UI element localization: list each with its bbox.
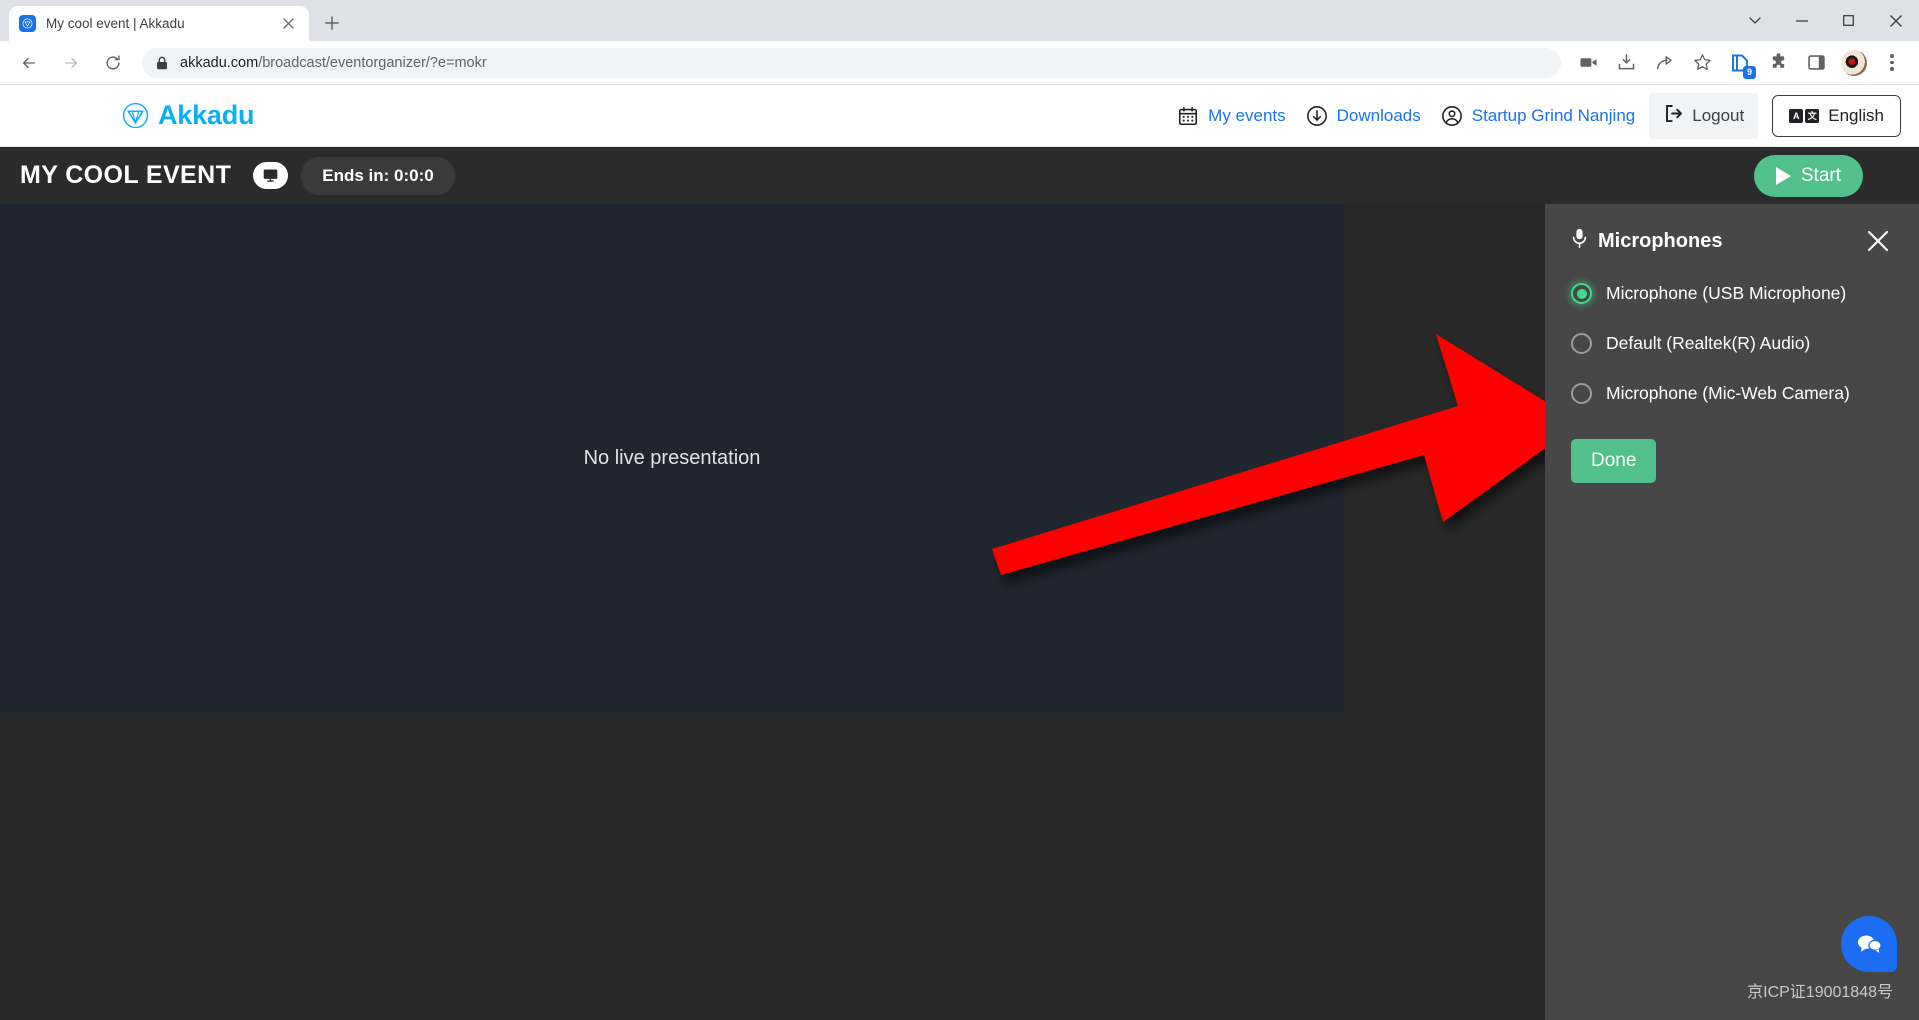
nav-item-downloads[interactable]: Downloads xyxy=(1306,105,1421,127)
maximize-window-icon[interactable] xyxy=(1825,0,1872,41)
radio-icon[interactable] xyxy=(1571,283,1592,304)
address-bar[interactable]: akkadu.com/broadcast/eventorganizer/?e=m… xyxy=(142,47,1561,78)
play-icon xyxy=(1775,166,1791,185)
microphone-option-label: Default (Realtek(R) Audio) xyxy=(1606,333,1811,353)
toolbar-icon-group: 9 xyxy=(1569,48,1911,79)
language-selector[interactable]: A文 English xyxy=(1772,94,1901,137)
bookmark-star-icon[interactable] xyxy=(1687,48,1717,78)
download-icon[interactable] xyxy=(1611,48,1641,78)
akkadu-logo-text: Akkadu xyxy=(158,100,255,130)
new-tab-button[interactable] xyxy=(317,8,347,38)
tab-search-icon[interactable] xyxy=(1731,0,1778,41)
start-button-label: Start xyxy=(1800,164,1841,186)
countdown-badge: Ends in: 0:0:0 xyxy=(301,156,455,195)
reload-icon[interactable] xyxy=(97,47,129,79)
language-label: English xyxy=(1828,105,1884,125)
tab-strip: My cool event | Akkadu xyxy=(0,0,1919,41)
microphone-option-label: Microphone (Mic-Web Camera) xyxy=(1606,383,1850,403)
no-presentation-message: No live presentation xyxy=(583,447,761,469)
icp-license-text: 京ICP证19001848号 xyxy=(1747,984,1893,1001)
extensions-puzzle-icon[interactable] xyxy=(1763,48,1793,78)
lock-icon xyxy=(156,56,168,70)
nav-item-my-events[interactable]: My events xyxy=(1177,105,1286,127)
side-panel-icon[interactable] xyxy=(1801,48,1831,78)
nav-item-label: Downloads xyxy=(1336,105,1421,125)
nav-item-label: My events xyxy=(1208,105,1286,125)
nav-item-account[interactable]: Startup Grind Nanjing xyxy=(1441,105,1635,127)
extension-notes-icon[interactable]: 9 xyxy=(1725,48,1756,79)
akkadu-logo[interactable]: Akkadu xyxy=(122,100,255,131)
back-arrow-icon[interactable] xyxy=(13,47,45,79)
microphone-icon xyxy=(1571,228,1588,254)
browser-toolbar: akkadu.com/broadcast/eventorganizer/?e=m… xyxy=(0,41,1919,85)
screencast-icon[interactable] xyxy=(1573,48,1603,78)
microphones-panel: Microphones Microphone (USB Microphone) … xyxy=(1545,204,1919,1020)
page-content: Akkadu My events Downloads Startup Grind… xyxy=(0,85,1919,1020)
site-header: Akkadu My events Downloads Startup Grind… xyxy=(0,85,1919,147)
microphone-option-usb[interactable]: Microphone (USB Microphone) xyxy=(1571,283,1893,304)
tab-title: My cool event | Akkadu xyxy=(46,16,185,31)
microphone-option-webcam[interactable]: Microphone (Mic-Web Camera) xyxy=(1571,383,1893,404)
microphone-option-label: Microphone (USB Microphone) xyxy=(1606,283,1847,303)
extension-badge-count: 9 xyxy=(1743,65,1756,79)
radio-icon[interactable] xyxy=(1571,333,1592,354)
chat-bubbles-icon[interactable] xyxy=(1841,916,1897,972)
akkadu-favicon-icon xyxy=(19,15,36,32)
microphones-panel-header: Microphones xyxy=(1571,226,1893,256)
forward-arrow-icon[interactable] xyxy=(55,47,87,79)
akkadu-logo-icon xyxy=(122,102,149,129)
nav-item-label: Startup Grind Nanjing xyxy=(1471,105,1636,125)
share-icon[interactable] xyxy=(1649,48,1679,78)
user-circle-icon xyxy=(1441,105,1463,127)
microphone-option-default[interactable]: Default (Realtek(R) Audio) xyxy=(1571,333,1893,354)
start-broadcast-button[interactable]: Start xyxy=(1753,154,1863,197)
logout-button[interactable]: Logout xyxy=(1649,92,1759,139)
download-circle-icon xyxy=(1306,105,1328,127)
minimize-window-icon[interactable] xyxy=(1778,0,1825,41)
monitor-chat-icon[interactable] xyxy=(253,162,289,189)
window-controls xyxy=(1731,0,1919,41)
logout-label: Logout xyxy=(1692,105,1745,125)
event-title: MY COOL EVENT xyxy=(20,161,232,189)
close-window-icon[interactable] xyxy=(1872,0,1919,41)
broadcast-stage: No live presentation Microphones Microph… xyxy=(0,204,1919,1020)
event-bar: MY COOL EVENT Ends in: 0:0:0 Start xyxy=(0,147,1919,204)
presentation-area: No live presentation xyxy=(0,204,1344,713)
calendar-icon xyxy=(1177,105,1199,127)
logout-icon xyxy=(1663,103,1684,129)
done-button[interactable]: Done xyxy=(1571,439,1657,483)
browser-tab[interactable]: My cool event | Akkadu xyxy=(9,6,309,41)
chrome-menu-icon[interactable] xyxy=(1877,48,1907,78)
site-nav: My events Downloads Startup Grind Nanjin… xyxy=(1157,92,1901,139)
profile-avatar[interactable] xyxy=(1839,48,1869,78)
tab-close-icon[interactable] xyxy=(277,13,299,35)
browser-window: My cool event | Akkadu akkadu.com/broadc… xyxy=(0,0,1919,1020)
translate-icon: A文 xyxy=(1789,108,1820,123)
microphones-title-text: Microphones xyxy=(1598,229,1723,252)
close-icon[interactable] xyxy=(1863,226,1893,256)
address-bar-url: akkadu.com/broadcast/eventorganizer/?e=m… xyxy=(180,54,487,71)
microphone-options-list: Microphone (USB Microphone) Default (Rea… xyxy=(1571,283,1893,404)
microphones-panel-title: Microphones xyxy=(1571,228,1722,254)
radio-icon[interactable] xyxy=(1571,383,1592,404)
